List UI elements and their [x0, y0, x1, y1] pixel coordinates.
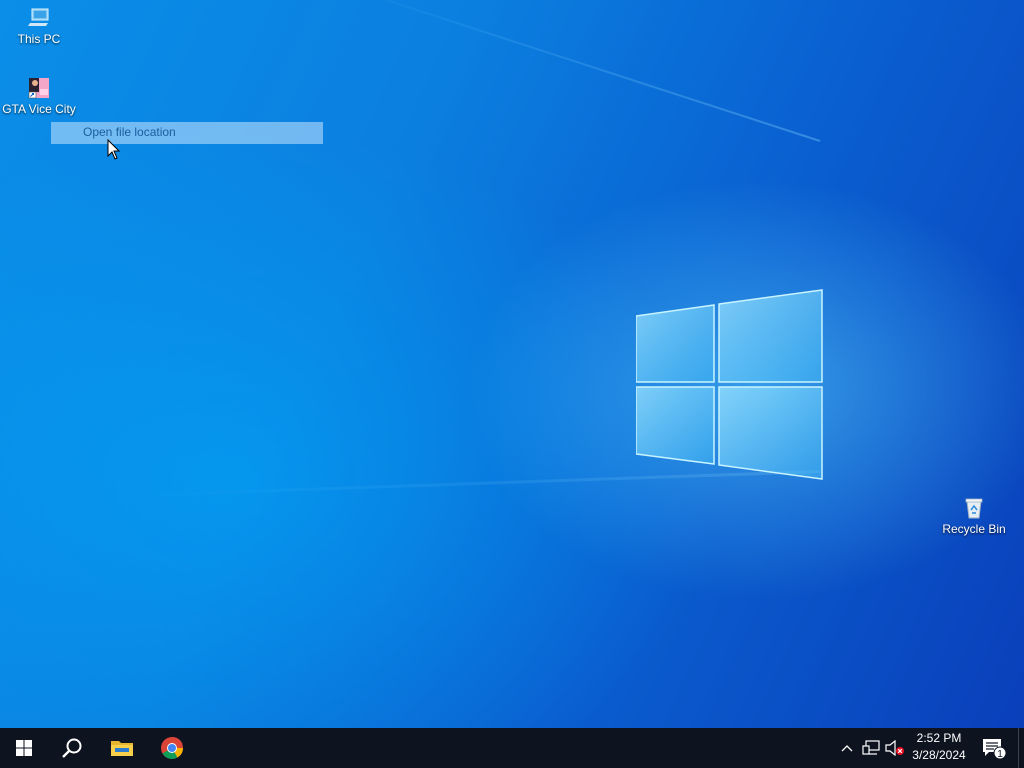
taskbar: 2:52 PM 3/28/2024 1 [0, 728, 1024, 768]
desktop-icon-label: GTA Vice City [2, 102, 76, 116]
taskbar-file-explorer[interactable] [98, 728, 146, 768]
clock-time: 2:52 PM [916, 731, 962, 745]
chevron-up-icon [841, 745, 853, 752]
clock-date: 3/28/2024 [912, 748, 966, 762]
context-menu-open-file-location[interactable]: Open file location [51, 122, 323, 144]
action-center-button[interactable]: 1 [978, 728, 1010, 768]
desktop-icon-this-pc[interactable]: This PC [1, 6, 77, 46]
notification-count: 1 [997, 749, 1003, 760]
desktop[interactable]: This PC GTA Vice City Recycle Bin Open f… [0, 0, 1024, 728]
desktop-icon-label: This PC [17, 32, 61, 46]
tray-network-button[interactable] [861, 738, 881, 758]
desktop-icon-recycle-bin[interactable]: Recycle Bin [936, 496, 1012, 536]
start-button[interactable] [0, 728, 48, 768]
game-shortcut-icon [28, 78, 49, 99]
tray-overflow-button[interactable] [837, 738, 857, 758]
search-icon [62, 738, 82, 758]
network-icon [862, 740, 880, 755]
mouse-cursor [107, 139, 121, 160]
windows-wallpaper-logo [636, 289, 823, 480]
desktop-icon-gta-vice-city[interactable]: GTA Vice City [1, 76, 77, 116]
volume-muted-icon [885, 740, 904, 756]
folder-icon [111, 741, 133, 756]
show-desktop-button[interactable] [1018, 728, 1024, 768]
windows-logo-icon [16, 740, 32, 756]
search-button[interactable] [48, 728, 96, 768]
recycle-bin-icon [965, 498, 983, 519]
computer-icon [28, 8, 49, 26]
taskbar-clock[interactable]: 2:52 PM 3/28/2024 [906, 730, 972, 766]
action-center-icon: 1 [983, 739, 1007, 760]
desktop-icon-label: Recycle Bin [942, 522, 1006, 536]
taskbar-chrome[interactable] [148, 728, 196, 768]
light-beam [325, 0, 821, 142]
chrome-icon [161, 736, 183, 759]
context-menu-item-label: Open file location [83, 125, 176, 139]
tray-volume-button[interactable] [885, 738, 905, 758]
